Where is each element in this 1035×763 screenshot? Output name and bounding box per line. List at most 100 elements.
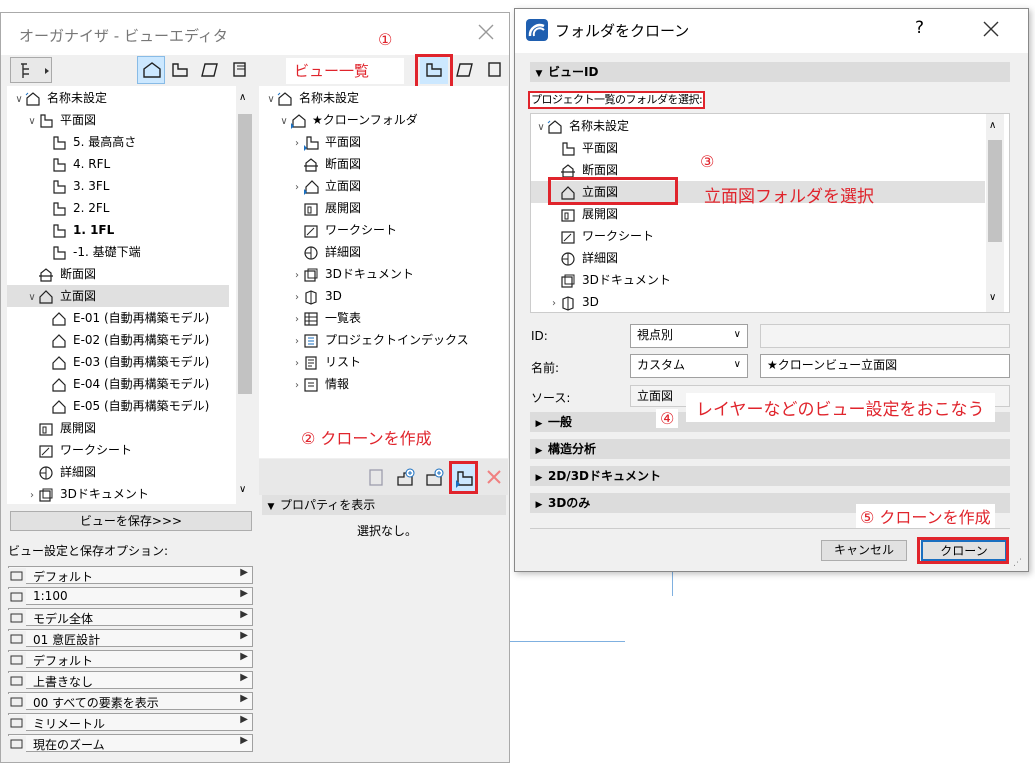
view-map-button[interactable] bbox=[166, 56, 194, 84]
view-option-row[interactable]: 現在のズーム ▶ bbox=[8, 734, 253, 752]
cancel-button[interactable]: キャンセル bbox=[821, 540, 907, 561]
left-tree-scrollbar[interactable]: ∧ ∨ bbox=[236, 86, 254, 504]
tree-item[interactable]: › 3Dドキュメント bbox=[7, 483, 229, 505]
tree-item[interactable]: › リスト bbox=[259, 351, 508, 373]
view-option-row[interactable]: デフォルト ▶ bbox=[8, 650, 253, 668]
expand-arrow-icon: ▶ bbox=[535, 473, 543, 483]
view-option-row[interactable]: 01 意匠設計 ▶ bbox=[8, 629, 253, 647]
tree-item[interactable]: ∨ 平面図 bbox=[7, 109, 229, 131]
tree-item[interactable]: › 3Dドキュメント bbox=[259, 263, 508, 285]
chevron-down-icon[interactable]: ∨ bbox=[278, 111, 290, 133]
tree-item[interactable]: ワークシート bbox=[7, 439, 229, 461]
view-map-tree[interactable]: ∨ 名称未設定 ∨ ★クローンフォルダ › 平面図 断面図 › 立面図 展開図 ワークシート 詳細図 ›… bbox=[259, 86, 508, 458]
tree-item[interactable]: ∨ ★クローンフォルダ bbox=[259, 109, 508, 131]
id-select[interactable]: 視点別 ∨ bbox=[630, 324, 748, 348]
tree-item[interactable]: 3Dドキュメント bbox=[531, 269, 985, 291]
properties-header[interactable]: ▼ プロパティを表示 bbox=[262, 495, 506, 515]
tree-item[interactable]: E-02 (自動再構築モデル) bbox=[7, 329, 229, 351]
chevron-right-icon[interactable]: › bbox=[291, 133, 303, 155]
tree-item[interactable]: 4. RFL bbox=[7, 153, 229, 175]
tree-options-button[interactable] bbox=[10, 57, 52, 83]
tree-item[interactable]: 詳細図 bbox=[531, 247, 985, 269]
paste-icon[interactable] bbox=[362, 464, 390, 492]
new-view-icon[interactable] bbox=[392, 464, 420, 492]
dialog-section[interactable]: ▶ 構造分析 bbox=[530, 439, 1010, 459]
tree-item[interactable]: 展開図 bbox=[7, 417, 229, 439]
tree-item[interactable]: E-05 (自動再構築モデル) bbox=[7, 395, 229, 417]
project-map-button[interactable] bbox=[137, 56, 165, 84]
view-option-value: モデル全体 bbox=[33, 612, 94, 626]
tree-item[interactable]: › プロジェクトインデックス bbox=[259, 329, 508, 351]
chevron-right-icon[interactable]: › bbox=[291, 309, 303, 331]
tree-item-label: ワークシート bbox=[60, 443, 133, 457]
tree-item[interactable]: ワークシート bbox=[259, 219, 508, 241]
tree-item[interactable]: 5. 最高高さ bbox=[7, 131, 229, 153]
dialog-section[interactable]: ▶ 2D/3Dドキュメント bbox=[530, 466, 1010, 486]
chevron-down-icon[interactable]: ∨ bbox=[26, 287, 38, 309]
tree-item[interactable]: ∨ 名称未設定 bbox=[7, 87, 229, 109]
view-option-row[interactable]: 上書きなし ▶ bbox=[8, 671, 253, 689]
chevron-right-icon[interactable]: › bbox=[291, 287, 303, 309]
project-map-tree[interactable]: ∨ 名称未設定 ∨ 平面図 5. 最高高さ 4. RFL 3. 3FL 2. 2FL 1. 1F… bbox=[7, 86, 254, 504]
view-option-row[interactable]: ミリメートル ▶ bbox=[8, 713, 253, 731]
chevron-right-icon[interactable]: › bbox=[26, 485, 38, 507]
save-view-button[interactable]: ビューを保存>>> bbox=[10, 511, 252, 531]
view-option-row[interactable]: モデル全体 ▶ bbox=[8, 608, 253, 626]
chevron-right-icon: ▶ bbox=[240, 630, 248, 641]
chevron-right-icon[interactable]: › bbox=[291, 265, 303, 287]
tree-item[interactable]: 断面図 bbox=[7, 263, 229, 285]
chevron-down-icon[interactable]: ∨ bbox=[13, 89, 25, 111]
tree-item[interactable]: 平面図 bbox=[531, 137, 985, 159]
tree-item[interactable]: ワークシート bbox=[531, 225, 985, 247]
close-icon[interactable] bbox=[475, 21, 497, 43]
dialog-close-icon[interactable] bbox=[980, 18, 1002, 40]
tree-item[interactable]: 詳細図 bbox=[259, 241, 508, 263]
name-select[interactable]: カスタム ∨ bbox=[630, 354, 748, 378]
chevron-down-icon[interactable]: ∨ bbox=[26, 111, 38, 133]
chevron-down-icon[interactable]: ∨ bbox=[265, 89, 277, 111]
tree-item[interactable]: ∨ 立面図 bbox=[7, 285, 229, 307]
chevron-right-icon[interactable]: › bbox=[291, 375, 303, 397]
tree-item[interactable]: › 平面図 bbox=[259, 131, 508, 153]
tree-item[interactable]: 断面図 bbox=[259, 153, 508, 175]
delete-icon[interactable] bbox=[484, 467, 504, 487]
view-option-row[interactable]: 1:100 ▶ bbox=[8, 587, 253, 605]
tree-item[interactable]: › 一覧表 bbox=[259, 307, 508, 329]
resize-grip-icon[interactable]: ⋰ bbox=[1013, 558, 1022, 568]
layout-book-tab-button[interactable] bbox=[451, 56, 479, 84]
chevron-down-icon[interactable]: ∨ bbox=[535, 117, 547, 139]
view-option-row[interactable]: デフォルト ▶ bbox=[8, 566, 253, 584]
tree-item[interactable]: 3. 3FL bbox=[7, 175, 229, 197]
chevron-right-icon[interactable]: › bbox=[291, 353, 303, 375]
name-input[interactable]: ★クローンビュー立面図 bbox=[760, 354, 1010, 378]
tree-item[interactable]: E-04 (自動再構築モデル) bbox=[7, 373, 229, 395]
tree-item[interactable]: 展開図 bbox=[259, 197, 508, 219]
tree-item[interactable]: -1. 基礎下端 bbox=[7, 241, 229, 263]
new-folder-icon[interactable] bbox=[421, 464, 449, 492]
tree-item[interactable]: E-03 (自動再構築モデル) bbox=[7, 351, 229, 373]
story-icon bbox=[51, 201, 67, 217]
view-option-value: デフォルト bbox=[33, 654, 94, 668]
publisher-button[interactable] bbox=[226, 56, 254, 84]
tree-item[interactable]: › 情報 bbox=[259, 373, 508, 395]
view-option-row[interactable]: 00 すべての要素を表示 ▶ bbox=[8, 692, 253, 710]
tree-item[interactable]: E-01 (自動再構築モデル) bbox=[7, 307, 229, 329]
tree-item[interactable]: ∨ 名称未設定 bbox=[259, 87, 508, 109]
tree-item[interactable]: 1. 1FL bbox=[7, 219, 229, 241]
publisher-tab-button[interactable] bbox=[481, 56, 509, 84]
chevron-right-icon[interactable]: › bbox=[291, 177, 303, 199]
chevron-right-icon[interactable]: › bbox=[291, 331, 303, 353]
dialog-tree-scrollbar[interactable]: ∧ ∨ bbox=[986, 114, 1004, 312]
tree-item[interactable]: › 立面図 bbox=[259, 175, 508, 197]
tree-item[interactable]: 2. 2FL bbox=[7, 197, 229, 219]
tree-item[interactable]: › 3D bbox=[531, 291, 985, 313]
chevron-right-icon[interactable]: › bbox=[548, 293, 560, 315]
tree-item[interactable]: 詳細図 bbox=[7, 461, 229, 483]
tree-item[interactable]: › 3D bbox=[259, 285, 508, 307]
dialog-folder-tree[interactable]: ∨ 名称未設定 平面図 断面図 立面図 展開図 ワークシート 詳細図 3Dドキュメント › 3D ∧… bbox=[530, 113, 1010, 313]
layout-book-button[interactable] bbox=[196, 56, 224, 84]
tree-item[interactable]: ∨ 名称未設定 bbox=[531, 115, 985, 137]
help-button[interactable]: ? bbox=[915, 18, 924, 38]
id-input[interactable] bbox=[760, 324, 1010, 348]
view-id-section[interactable]: ▼ ビューID bbox=[530, 62, 1010, 82]
